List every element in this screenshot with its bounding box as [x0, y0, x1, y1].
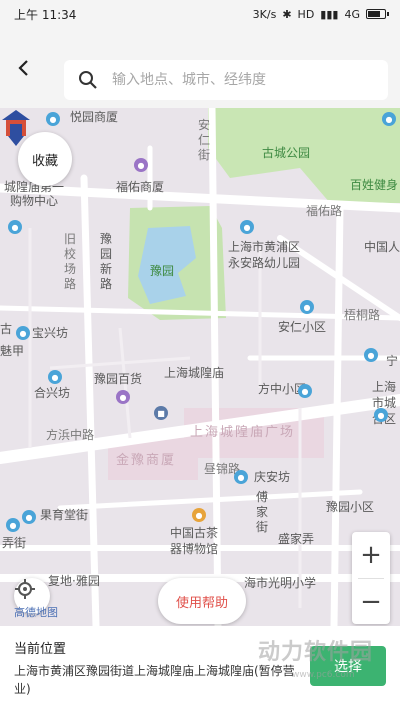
search-box[interactable] [64, 60, 388, 100]
poi-icon[interactable]: ● [134, 158, 148, 172]
jiu-xiao-road [80, 174, 100, 626]
map-label: 豫园 [150, 264, 175, 278]
poi-icon[interactable]: ● [298, 384, 312, 398]
cell-type: 4G [344, 7, 360, 21]
map-label: 永安路幼儿园 [228, 256, 301, 270]
map-label: 上海城隍庙广场 [190, 425, 296, 440]
map-label: 金豫商厦 [116, 453, 177, 468]
map-label: 百姓健身 [350, 178, 399, 192]
map-label: 海市光明小学 [244, 576, 317, 590]
map-label: 盛家弄 [278, 532, 315, 546]
map-label: 古城公园 [262, 146, 311, 160]
map-label: 古 [0, 322, 13, 336]
map-label: 方浜中路 [46, 428, 95, 442]
map-label: 豫园小区 [326, 500, 375, 514]
map-label: 复地·雅园 [48, 574, 100, 588]
map-label: 安仁街 [198, 118, 211, 162]
poi-icon[interactable]: ● [6, 518, 20, 532]
bluetooth-icon: ✱ [282, 7, 292, 21]
select-button[interactable]: 选择 [310, 646, 386, 686]
status-icons: 3K/s ✱ HD ▮▮▮ 4G [252, 7, 389, 21]
search-icon [79, 71, 97, 89]
help-button[interactable]: 使用帮助 [158, 578, 246, 624]
chevron-left-icon [18, 60, 28, 76]
location-title: 当前位置 [14, 642, 67, 657]
map-label: 合兴坊 [34, 386, 71, 400]
map-label: 福佑商厦 [116, 180, 165, 194]
poi-icon[interactable]: ● [8, 220, 22, 234]
bus-stop-icon[interactable]: ■ [154, 406, 168, 420]
map-label: 宁 [386, 354, 399, 368]
poi-icon[interactable]: ● [192, 508, 206, 522]
location-panel: 当前位置 上海市黄浦区豫园街道上海城隍庙上海城隍庙(暂停营业) 选择 动力软件园… [0, 626, 400, 710]
map-label: 中国古茶 [170, 526, 219, 540]
poi-icon[interactable]: ● [46, 112, 60, 126]
south2-road [57, 489, 363, 511]
map-label: 豫园新路 [100, 232, 113, 291]
map-label: 旧校场路 [64, 232, 77, 291]
poi-icon[interactable]: ● [116, 390, 130, 404]
map-label: 中国人 [364, 240, 400, 254]
map-label: 果育堂街 [40, 508, 89, 522]
map-label: 上海市黄浦区 [228, 240, 301, 254]
network-speed: 3K/s [252, 7, 277, 21]
battery-icon [366, 9, 389, 19]
poi-icon[interactable]: ● [48, 370, 62, 384]
poi-icon[interactable]: ● [22, 510, 36, 524]
battery-level [368, 11, 380, 17]
map-label: 庆安坊 [254, 470, 291, 484]
signal-icon: ▮▮▮ [320, 7, 339, 21]
map-label: 宝兴坊 [32, 326, 69, 340]
favorite-button[interactable]: 收藏 [18, 132, 72, 186]
map-label: 弄街 [2, 536, 27, 550]
location-address: 上海市黄浦区豫园街道上海城隍庙上海城隍庙(暂停营业) [14, 664, 295, 696]
zoom-in-button[interactable]: + [352, 532, 390, 578]
hd-indicator: HD [297, 7, 315, 21]
poi-icon[interactable]: ● [240, 220, 254, 234]
lishui-road [330, 204, 344, 626]
poi-icon[interactable]: ● [16, 326, 30, 340]
poi-icon[interactable]: ● [300, 300, 314, 314]
map-label: 上海 [372, 380, 397, 394]
zoom-out-button[interactable]: − [352, 579, 390, 625]
status-bar: 上午 11:34 3K/s ✱ HD ▮▮▮ 4G [0, 0, 400, 28]
poi-icon[interactable]: ● [364, 348, 378, 362]
poi-icon[interactable]: ● [382, 112, 396, 126]
map-label: 上海城隍庙 [164, 366, 225, 380]
back-button[interactable] [10, 54, 38, 82]
map-label: 悦园商厦 [70, 110, 119, 124]
map-label: 器博物馆 [170, 542, 219, 556]
search-input[interactable] [112, 72, 362, 88]
status-time: 上午 11:34 [14, 7, 77, 22]
map-label: 豫园百货 [94, 372, 143, 386]
map-view[interactable]: 悦园商厦 福佑商厦 城隍庙第一 购物中心 旧校场路 豫园新路 豫园 安仁街 古城… [0, 108, 400, 626]
map-logo: 高德地图 [14, 606, 58, 619]
map-label: 魅甲 [0, 344, 25, 358]
map-label: 购物中心 [10, 194, 59, 208]
map-label: 安仁小区 [278, 320, 327, 334]
poi-icon[interactable]: ● [234, 470, 248, 484]
header [0, 28, 400, 108]
map-label: 福佑路 [306, 204, 343, 218]
locate-icon [15, 579, 35, 599]
poi-icon[interactable]: ● [374, 408, 388, 422]
map-label: 傅家街 [256, 490, 269, 534]
zoom-control: + − [352, 532, 390, 624]
map-label: 梧桐路 [344, 308, 381, 322]
